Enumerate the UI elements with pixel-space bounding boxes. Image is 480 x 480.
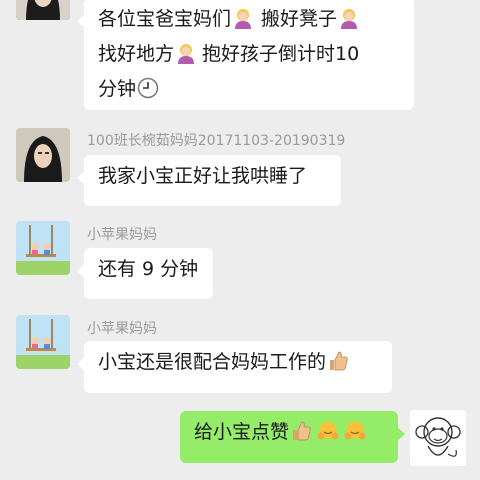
woman-photo-avatar[interactable]	[16, 0, 70, 20]
message-bubble[interactable]: 小宝还是很配合妈妈工作的	[77, 341, 392, 393]
woman-tipping-hand-emoji	[338, 7, 360, 29]
swing-kids-icon	[16, 221, 70, 275]
woman-tipping-hand-emoji	[232, 7, 254, 29]
sender-name: 100班长椀茹妈妈20171103-20190319	[87, 133, 346, 149]
thumbs-up-emoji	[327, 350, 349, 372]
message-bubble-countdown[interactable]: 各位宝爸宝妈们 搬好凳子 找好地方 抱好孩子倒计时10 分钟	[77, 0, 414, 110]
message-bubble[interactable]: 我家小宝正好让我哄睡了	[77, 155, 341, 206]
woman-photo-icon	[16, 0, 70, 20]
message-bubble-outgoing[interactable]: 给小宝点赞	[180, 411, 405, 463]
swing-kids-avatar[interactable]	[16, 315, 70, 369]
swing-kids-icon	[16, 315, 70, 369]
message-line: 找好地方 抱好孩子倒计时10	[98, 42, 360, 65]
sender-name: 小苹果妈妈	[87, 321, 157, 337]
woman-tipping-hand-emoji	[175, 42, 197, 64]
monkey-icon	[410, 410, 466, 466]
clock-emoji	[137, 77, 159, 99]
message-line: 各位宝爸宝妈们 搬好凳子	[98, 4, 400, 39]
monkey-avatar[interactable]	[410, 410, 466, 466]
message-bubble[interactable]: 还有 9 分钟	[77, 248, 213, 299]
message-line: 分钟	[98, 74, 400, 109]
thumbs-up-emoji	[290, 420, 312, 442]
woman-photo-avatar[interactable]	[16, 128, 70, 182]
hugging-face-emoji	[344, 420, 366, 442]
swing-kids-avatar[interactable]	[16, 221, 70, 275]
sender-name: 小苹果妈妈	[87, 227, 157, 243]
woman-photo-icon	[16, 128, 70, 182]
hugging-face-emoji	[317, 420, 339, 442]
